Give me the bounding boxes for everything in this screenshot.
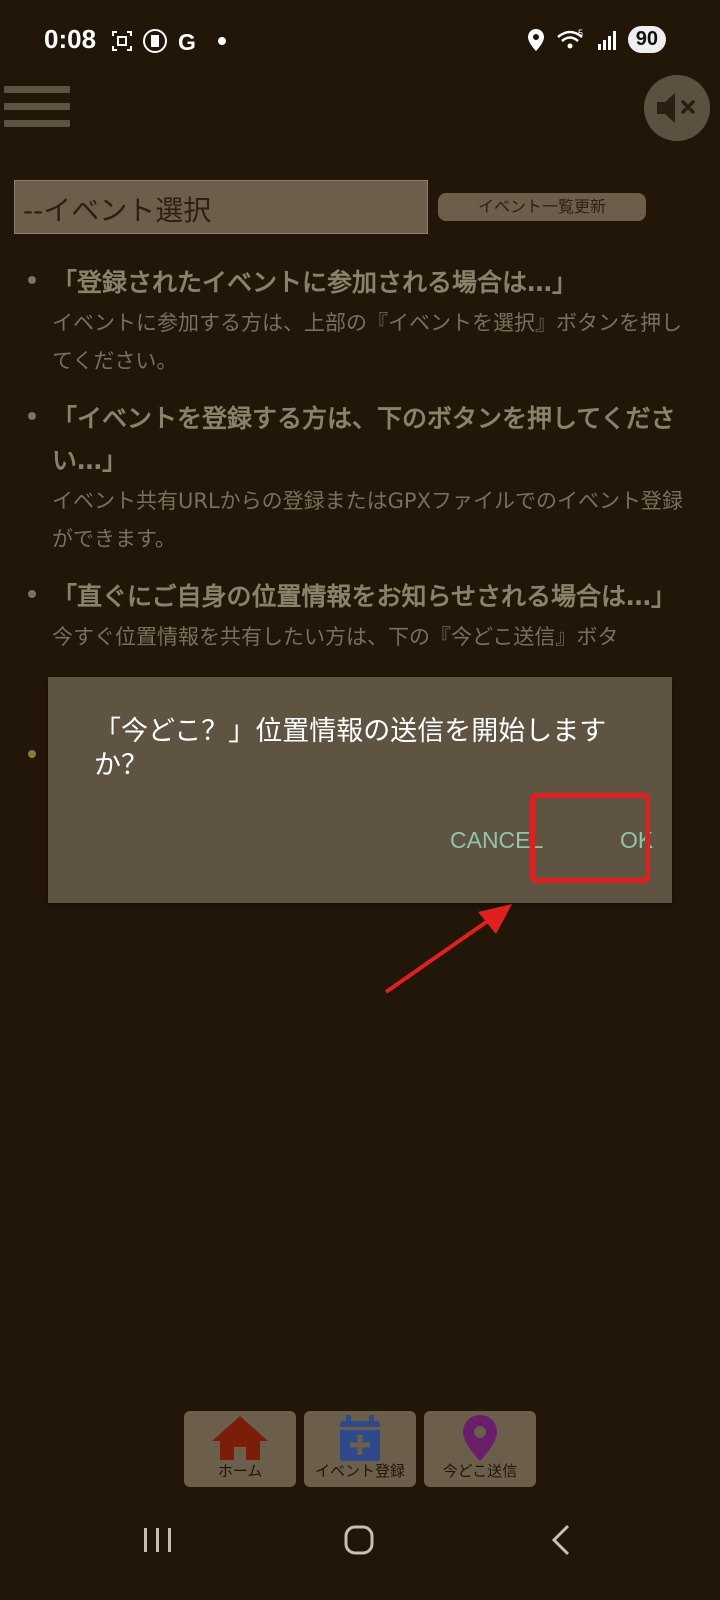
- status-time: 0:08: [44, 24, 97, 54]
- status-bar: 0:08 G 5 90: [0, 0, 720, 84]
- bottom-nav: ホーム イベント登録 今どこ送信: [184, 1411, 536, 1487]
- network-type-label: 5: [578, 28, 583, 38]
- signal-icon: [597, 30, 616, 50]
- list-bullet: [28, 750, 36, 758]
- refresh-event-list-button[interactable]: イベント一覧更新: [438, 193, 646, 221]
- list-item: 「登録されたイベントに参加される場合は…」 イベントに参加する方は、上部の『イベ…: [22, 262, 698, 380]
- nav-label: 今どこ送信: [442, 1462, 518, 1480]
- info-title: 「登録されたイベントに参加される場合は…」: [52, 268, 578, 297]
- home-nav-icon[interactable]: [344, 1525, 374, 1555]
- ok-highlight-box: [530, 793, 650, 883]
- list-item: 「直ぐにご自身の位置情報をお知らせされる場合は…」 今すぐ位置情報を共有したい方…: [22, 576, 698, 656]
- svg-text:G: G: [178, 29, 196, 53]
- battery-icon: 90: [627, 26, 666, 53]
- nav-event-register-button[interactable]: イベント登録: [304, 1411, 416, 1487]
- event-select-label: --イベント選択: [23, 194, 212, 227]
- recents-icon[interactable]: [144, 1528, 171, 1552]
- info-list: 「登録されたイベントに参加される場合は…」 イベントに参加する方は、上部の『イベ…: [22, 262, 698, 674]
- home-icon: [212, 1416, 268, 1460]
- system-nav-bar: [144, 1524, 570, 1556]
- dialog-message: 「今どこ？」位置情報の送信を開始しますか？: [94, 716, 607, 781]
- location-icon: [527, 28, 544, 51]
- screenshot-icon: [112, 31, 132, 51]
- nav-home-button[interactable]: ホーム: [184, 1411, 296, 1487]
- nav-label: イベント登録: [314, 1462, 405, 1480]
- sim-icon: [143, 29, 167, 53]
- event-select-dropdown[interactable]: --イベント選択: [14, 180, 428, 234]
- info-desc: 今すぐ位置情報を共有したい方は、下の『今どこ送信』ボタ: [52, 625, 619, 649]
- list-item: 「イベントを登録する方は、下のボタンを押してください…」 イベント共有URLから…: [22, 398, 698, 558]
- nav-label: ホーム: [217, 1462, 263, 1480]
- notification-dot-icon: [218, 37, 226, 45]
- google-icon: G: [178, 29, 196, 53]
- info-desc: イベントに参加する方は、上部の『イベントを選択』ボタンを押してください。: [52, 311, 682, 373]
- info-title: 「イベントを登録する方は、下のボタンを押してください…」: [52, 404, 676, 475]
- back-icon[interactable]: [551, 1524, 570, 1556]
- map-pin-icon: [463, 1415, 497, 1461]
- menu-button[interactable]: [4, 86, 70, 138]
- nav-send-location-button[interactable]: 今どこ送信: [424, 1411, 536, 1487]
- info-title: 「直ぐにご自身の位置情報をお知らせされる場合は…」: [52, 582, 677, 611]
- annotation-arrow-icon: [384, 904, 512, 994]
- mute-button[interactable]: [644, 75, 710, 141]
- calendar-add-icon: [340, 1415, 380, 1461]
- status-system-icons: 5 90: [526, 26, 666, 53]
- speaker-mute-icon: [657, 93, 695, 123]
- hamburger-icon: [4, 86, 70, 93]
- wifi-icon: 5: [556, 28, 583, 48]
- info-desc: イベント共有URLからの登録またはGPXファイルでのイベント登録ができます。: [52, 489, 683, 551]
- status-notification-icons: G: [110, 28, 226, 54]
